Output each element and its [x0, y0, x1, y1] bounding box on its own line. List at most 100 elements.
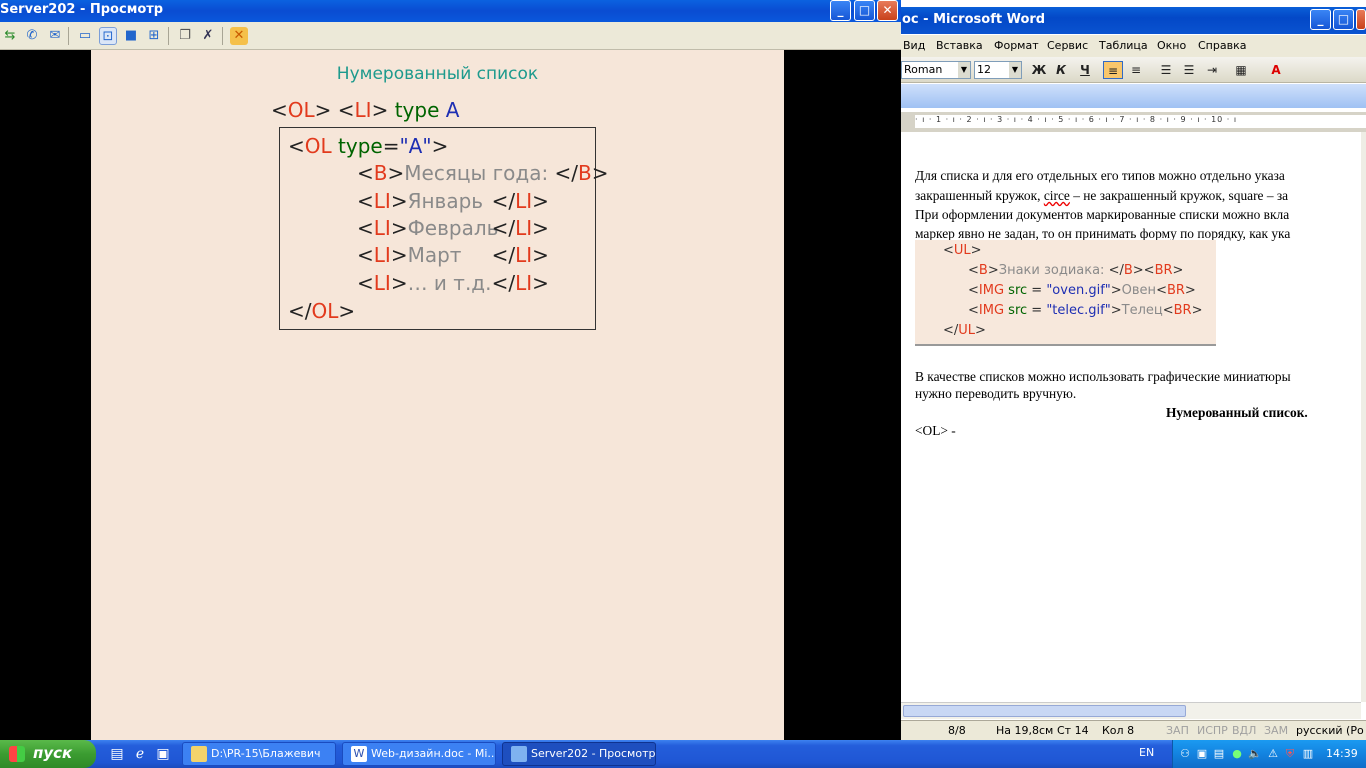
font-color-icon[interactable]: A	[1266, 61, 1286, 79]
menu-view[interactable]: Вид	[903, 39, 925, 52]
task-explorer[interactable]: D:\PR-15\Блажевич	[182, 742, 336, 766]
menu-help[interactable]: Справка	[1198, 39, 1246, 52]
phone-icon[interactable]: ✆	[23, 27, 41, 45]
code-line: </OL>	[288, 299, 356, 323]
word-doc-icon: W	[351, 746, 367, 762]
word-maximize-button[interactable]: □	[1333, 9, 1354, 30]
scrollbar-thumb[interactable]	[903, 705, 1186, 717]
code-line: <UL>	[943, 243, 982, 258]
internet-explorer-icon[interactable]: ℯ	[131, 745, 149, 763]
font-name-select[interactable]: Roman ▼	[901, 61, 971, 79]
word-titlebar[interactable]: oc - Microsoft Word _ □	[901, 7, 1366, 34]
tools-icon[interactable]: ✗	[199, 27, 217, 45]
doc-line: нужно переводить вручную.	[915, 386, 1077, 401]
list-item: <LI>Март </LI>	[357, 243, 549, 267]
viewer-toolbar: ⇆ ✆ ✉ ▭ ⊡ ■ ⊞ ❐ ✗ ✕	[0, 22, 901, 50]
status-page: 8/8	[948, 724, 966, 737]
bullet-list-icon[interactable]: ☰	[1179, 61, 1199, 79]
viewer-window: Server202 - Просмотр _ □ ✕ ⇆ ✆ ✉ ▭ ⊡ ■ ⊞…	[0, 0, 901, 740]
menu-window[interactable]: Окно	[1157, 39, 1186, 52]
italic-button[interactable]: К	[1051, 61, 1071, 79]
network-icon[interactable]: ⚇	[1178, 747, 1192, 761]
scale-icon[interactable]: ⊞	[145, 27, 163, 45]
slide-code-box: <OL type="A"> <B>Месяцы года: </B> <LI>Я…	[279, 127, 609, 330]
word-document-lower[interactable]: В качестве списков можно использовать гр…	[901, 365, 1361, 445]
monitor-icon[interactable]: ▣	[1195, 747, 1209, 761]
code-line: <IMG src = "telec.gif">Телец<BR>	[968, 303, 1203, 318]
align-center-icon[interactable]: ≡	[1126, 61, 1146, 79]
bold-button[interactable]: Ж	[1029, 61, 1049, 79]
printer-icon[interactable]: ▥	[1301, 747, 1315, 761]
word-close-button[interactable]	[1356, 9, 1366, 30]
vertical-scrollbar[interactable]	[1361, 132, 1366, 702]
status-line: Ст 14	[1057, 724, 1089, 737]
doc-line: закрашенный кружок, circe – не закрашенн…	[915, 188, 1289, 203]
status-column: Кол 8	[1102, 724, 1135, 737]
viewer-minimize-button[interactable]: _	[830, 0, 851, 21]
viewer-maximize-button[interactable]: □	[854, 0, 875, 21]
task-word[interactable]: W Web-дизайн.doc - Mi...	[342, 742, 496, 766]
taskbar: пуск ▤ ℯ ▣ D:\PR-15\Блажевич W Web-дизай…	[0, 740, 1366, 768]
menu-tools[interactable]: Сервис	[1047, 39, 1088, 52]
underline-button[interactable]: Ч	[1075, 61, 1095, 79]
media-player-icon[interactable]: ▣	[154, 745, 172, 763]
clipboard-icon[interactable]: ❐	[176, 27, 194, 45]
code-example-image: <UL> <B>Знаки зодиака: </B><BR> <IMG src…	[915, 240, 1216, 346]
start-button[interactable]: пуск	[0, 740, 96, 768]
list-item: <LI>… и т.д.</LI>	[357, 271, 549, 295]
code-line: <B>Месяцы года: </B>	[357, 161, 609, 185]
status-position: На 19,8см	[996, 724, 1054, 737]
viewer-close-button[interactable]: ✕	[877, 0, 898, 21]
folder-icon	[191, 746, 207, 762]
volume-icon[interactable]: 🔈	[1248, 747, 1262, 761]
disconnect-icon[interactable]: ✕	[230, 27, 248, 45]
horizontal-scrollbar[interactable]	[901, 702, 1361, 719]
indent-icon[interactable]: ⇥	[1202, 61, 1222, 79]
window-mode-icon[interactable]: ▭	[76, 27, 94, 45]
word-statusbar: 8/8 На 19,8см Ст 14 Кол 8 ЗАП ИСПР ВДЛ З…	[901, 720, 1366, 740]
chat-icon[interactable]: ✉	[46, 27, 64, 45]
desktop: oc - Microsoft Word _ □ Вид Вставка Форм…	[0, 0, 1366, 768]
security-shield-icon[interactable]: ⛨	[1283, 747, 1297, 761]
status-green-icon[interactable]: ●	[1230, 747, 1244, 761]
code-line: <B>Знаки зодиака: </B><BR>	[968, 263, 1184, 278]
word-menubar: Вид Вставка Формат Сервис Таблица Окно С…	[901, 35, 1366, 57]
ruler-scale: · ı · 1 · ı · 2 · ı · 3 · ı · 4 · ı · 5 …	[915, 115, 1366, 128]
slide-subtitle: <OL> <LI> type A	[271, 98, 460, 122]
status-ovr[interactable]: ЗАМ	[1264, 724, 1288, 737]
code-line: </UL>	[943, 323, 986, 338]
misspelled-word: circe	[1043, 188, 1070, 203]
horizontal-ruler[interactable]: · ı · 1 · ı · 2 · ı · 3 · ı · 4 · ı · 5 …	[901, 112, 1366, 132]
word-minimize-button[interactable]: _	[1310, 9, 1331, 30]
numbered-list-icon[interactable]: ☰	[1156, 61, 1176, 79]
full-screen-icon[interactable]: ■	[122, 27, 140, 45]
chevron-down-icon: ▼	[958, 62, 970, 78]
fit-screen-icon[interactable]: ⊡	[99, 27, 117, 45]
task-viewer[interactable]: Server202 - Просмотр	[502, 742, 656, 766]
status-rec[interactable]: ЗАП	[1166, 724, 1189, 737]
language-indicator[interactable]: EN	[1139, 746, 1154, 759]
windows-logo-icon	[9, 746, 25, 762]
viewer-app-icon	[511, 746, 527, 762]
status-ext[interactable]: ВДЛ	[1232, 724, 1256, 737]
code-line: <OL type="A">	[288, 134, 449, 158]
borders-icon[interactable]: ▦	[1231, 61, 1251, 79]
warning-icon[interactable]: ⚠	[1266, 747, 1280, 761]
align-left-icon[interactable]: ≡	[1103, 61, 1123, 79]
doc-line: <OL> -	[915, 423, 956, 438]
display-icon[interactable]: ▤	[1212, 747, 1226, 761]
show-desktop-icon[interactable]: ▤	[108, 745, 126, 763]
font-size-select[interactable]: 12 ▼	[974, 61, 1022, 79]
clock[interactable]: 14:39	[1326, 747, 1358, 760]
menu-table[interactable]: Таблица	[1099, 39, 1148, 52]
menu-format[interactable]: Формат	[994, 39, 1039, 52]
code-line: <IMG src = "oven.gif">Овен<BR>	[968, 283, 1196, 298]
transfer-icon[interactable]: ⇆	[1, 27, 19, 45]
viewer-titlebar[interactable]: Server202 - Просмотр _ □ ✕	[0, 0, 901, 22]
menu-insert[interactable]: Вставка	[936, 39, 983, 52]
presentation-slide: Нумерованный список <OL> <LI> type A <OL…	[91, 50, 784, 740]
status-trk[interactable]: ИСПР	[1197, 724, 1228, 737]
chevron-down-icon: ▼	[1009, 62, 1021, 78]
list-item: <LI>Январь </LI>	[357, 189, 549, 213]
remote-screen[interactable]: Нумерованный список <OL> <LI> type A <OL…	[0, 50, 901, 740]
